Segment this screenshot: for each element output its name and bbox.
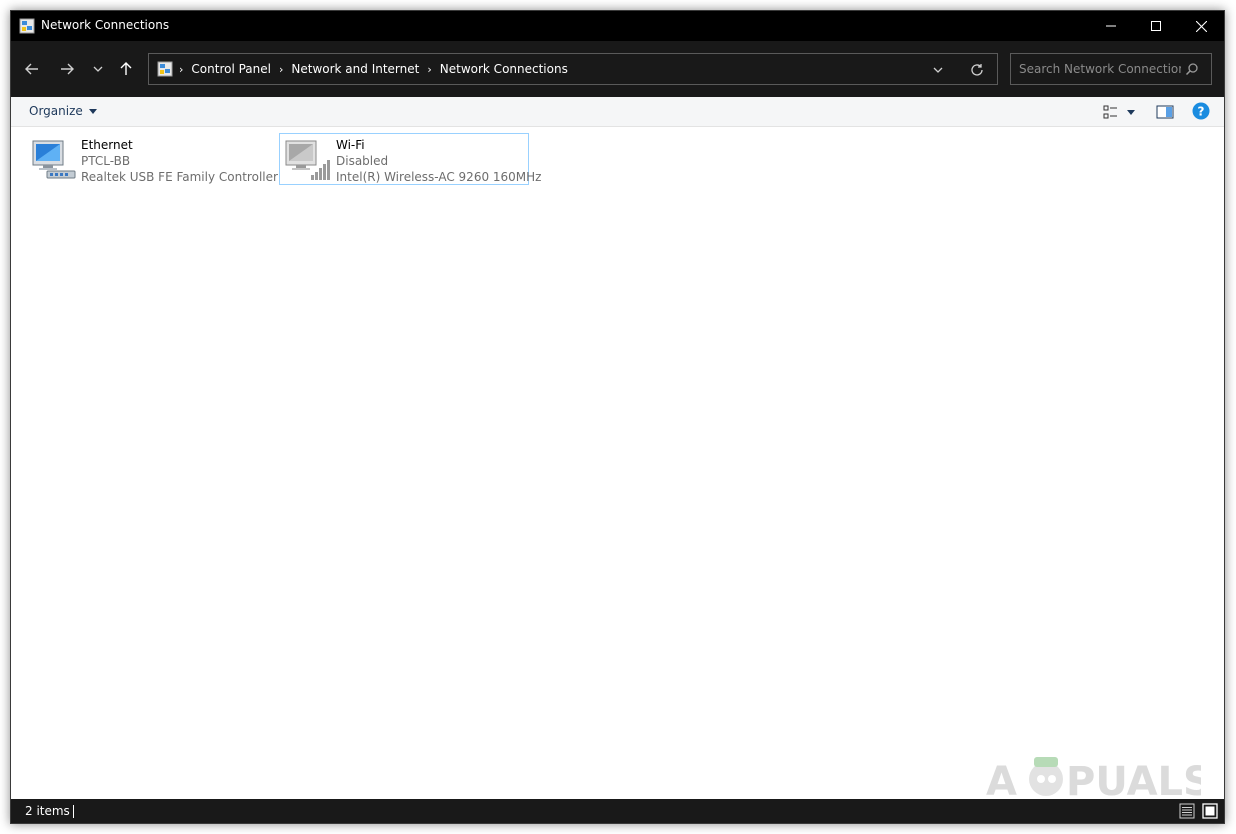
large-icons-view-icon[interactable] <box>1202 803 1218 819</box>
wifi-adapter-icon <box>285 140 330 180</box>
maximize-icon <box>1151 21 1161 31</box>
up-button[interactable] <box>114 57 138 81</box>
arrow-left-icon <box>25 63 38 75</box>
connection-status: Disabled <box>336 154 389 168</box>
details-view-icon[interactable] <box>1179 803 1195 819</box>
arrow-right-icon <box>61 63 74 75</box>
control-panel-icon <box>157 61 173 77</box>
organize-label: Organize <box>29 104 83 118</box>
back-button[interactable] <box>20 57 44 81</box>
chevron-down-icon <box>933 67 943 73</box>
ethernet-adapter-icon <box>32 140 76 179</box>
chevron-down-icon <box>93 66 103 72</box>
svg-text:?: ? <box>1198 105 1205 119</box>
title-bar: Network Connections <box>11 11 1224 41</box>
breadcrumb-network-and-internet[interactable]: Network and Internet <box>291 62 419 76</box>
search-icon[interactable] <box>1185 62 1199 76</box>
window-title: Network Connections <box>41 18 170 32</box>
connection-name: Ethernet <box>81 138 133 152</box>
navigation-bar: › Control Panel › Network and Internet ›… <box>11 41 1224 97</box>
view-options-caret-icon[interactable] <box>1126 108 1136 116</box>
svg-text:PUALS: PUALS <box>1066 759 1201 801</box>
connection-status: PTCL-BB <box>81 154 131 168</box>
change-view-icon[interactable] <box>1103 104 1119 120</box>
recent-locations-button[interactable] <box>86 57 110 81</box>
breadcrumb-separator[interactable]: › <box>279 63 283 76</box>
minimize-icon <box>1106 25 1116 27</box>
close-icon <box>1195 20 1207 32</box>
network-connections-icon <box>19 18 35 34</box>
breadcrumb-control-panel[interactable]: Control Panel <box>191 62 271 76</box>
breadcrumb-separator[interactable]: › <box>179 63 183 76</box>
connection-ethernet[interactable]: Ethernet PTCL-BB Realtek USB FE Family C… <box>24 133 278 185</box>
breadcrumb-separator[interactable]: › <box>427 63 431 76</box>
connection-text: Wi-Fi Disabled Intel(R) Wireless-AC 9260… <box>336 137 541 184</box>
command-bar: Organize ? <box>11 97 1224 127</box>
preview-pane-icon[interactable] <box>1156 104 1174 120</box>
svg-text:A: A <box>986 759 1017 801</box>
search-input[interactable] <box>1011 54 1181 84</box>
help-icon[interactable]: ? <box>1192 102 1210 120</box>
status-bar: 2 items <box>11 799 1224 823</box>
address-dropdown-button[interactable] <box>930 62 946 78</box>
arrow-up-icon <box>120 62 132 75</box>
connection-device: Realtek USB FE Family Controller <box>81 170 278 184</box>
status-divider <box>73 805 74 818</box>
refresh-icon <box>971 64 983 76</box>
item-count: 2 items <box>25 804 70 818</box>
refresh-button[interactable] <box>968 61 986 79</box>
search-box[interactable] <box>1010 53 1212 85</box>
minimize-button[interactable] <box>1088 11 1134 41</box>
close-button[interactable] <box>1178 11 1224 41</box>
maximize-button[interactable] <box>1133 11 1179 41</box>
connection-wifi[interactable]: Wi-Fi Disabled Intel(R) Wireless-AC 9260… <box>279 133 541 185</box>
connection-device: Intel(R) Wireless-AC 9260 160MHz <box>336 170 542 184</box>
breadcrumb: › Control Panel › Network and Internet ›… <box>179 62 568 76</box>
forward-button[interactable] <box>55 57 79 81</box>
file-list-area[interactable]: Ethernet PTCL-BB Realtek USB FE Family C… <box>11 128 1224 801</box>
address-bar[interactable]: › Control Panel › Network and Internet ›… <box>148 53 998 85</box>
connection-name: Wi-Fi <box>336 138 365 152</box>
appuals-watermark-logo: A PUALS <box>986 757 1201 801</box>
explorer-window: Network Connections › Control Panel › Ne… <box>10 10 1225 824</box>
connection-text: Ethernet PTCL-BB Realtek USB FE Family C… <box>81 137 278 184</box>
breadcrumb-network-connections[interactable]: Network Connections <box>440 62 568 76</box>
caret-down-icon <box>88 108 97 114</box>
organize-button[interactable]: Organize <box>29 104 97 118</box>
